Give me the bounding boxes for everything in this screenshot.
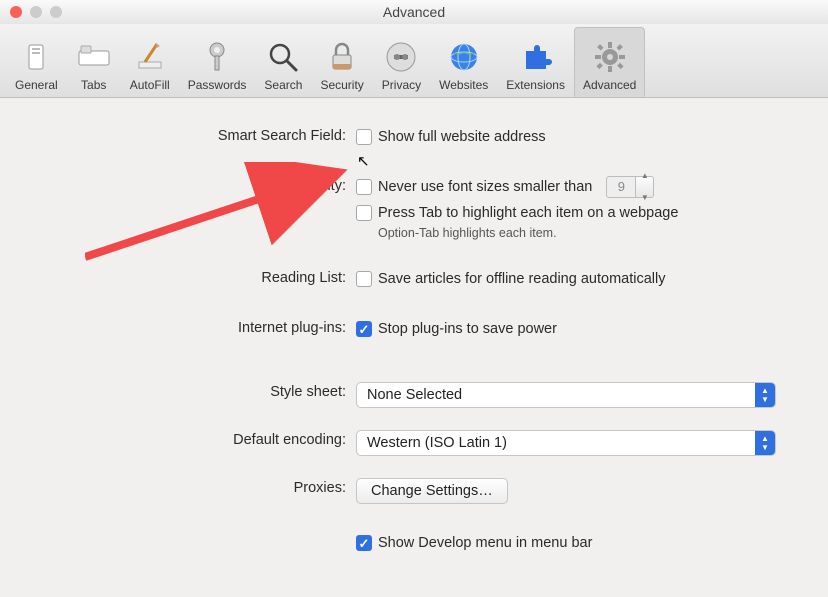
tab-autofill[interactable]: AutoFill	[121, 27, 179, 97]
label-encoding: Default encoding:	[24, 430, 356, 448]
checkbox-stop-plugins[interactable]	[356, 321, 372, 337]
advanced-settings-panel: Smart Search Field: Show full website ad…	[0, 98, 828, 597]
key-icon	[199, 39, 235, 75]
privacy-icon	[383, 39, 419, 75]
checkbox-press-tab[interactable]	[356, 205, 372, 221]
chevron-updown-icon: ▲▼	[755, 383, 775, 407]
minimize-window-icon[interactable]	[30, 6, 42, 18]
lock-icon	[324, 39, 360, 75]
close-window-icon[interactable]	[10, 6, 22, 18]
tab-security[interactable]: Security	[311, 27, 372, 97]
puzzle-icon	[518, 39, 554, 75]
row-develop: Show Develop menu in menu bar	[24, 532, 804, 554]
tab-label: Security	[320, 78, 363, 92]
option-show-full-address: Show full website address	[378, 126, 546, 148]
tab-label: General	[15, 78, 58, 92]
tab-tabs[interactable]: Tabs	[67, 27, 121, 97]
tab-advanced[interactable]: Advanced	[574, 27, 645, 97]
preferences-toolbar: General Tabs AutoFill Passwords Search S…	[0, 24, 828, 98]
tab-label: Privacy	[382, 78, 421, 92]
button-change-settings-label: Change Settings…	[371, 483, 493, 499]
tab-label: Websites	[439, 78, 488, 92]
hint-press-tab: Option-Tab highlights each item.	[378, 226, 678, 240]
tab-passwords[interactable]: Passwords	[179, 27, 256, 97]
row-stylesheet: Style sheet: None Selected ▲▼	[24, 382, 804, 408]
globe-icon	[446, 39, 482, 75]
select-stylesheet[interactable]: None Selected ▲▼	[356, 382, 776, 408]
tab-search[interactable]: Search	[255, 27, 311, 97]
tab-general[interactable]: General	[6, 27, 67, 97]
window-controls	[10, 6, 62, 18]
tab-label: Tabs	[81, 78, 106, 92]
label-plugins: Internet plug-ins:	[24, 318, 356, 336]
row-proxies: Proxies: Change Settings…	[24, 478, 804, 504]
checkbox-show-full-address[interactable]	[356, 129, 372, 145]
tabs-icon	[76, 39, 112, 75]
tab-extensions[interactable]: Extensions	[497, 27, 574, 97]
option-never-font-smaller: Never use font sizes smaller than	[378, 176, 592, 198]
label-proxies: Proxies:	[24, 478, 356, 496]
checkbox-show-develop[interactable]	[356, 535, 372, 551]
option-save-offline: Save articles for offline reading automa…	[378, 268, 665, 290]
row-smart-search: Smart Search Field: Show full website ad…	[24, 126, 804, 148]
row-encoding: Default encoding: Western (ISO Latin 1) …	[24, 430, 804, 456]
window-title: Advanced	[0, 4, 828, 20]
label-reading-list: Reading List:	[24, 268, 356, 286]
label-stylesheet: Style sheet:	[24, 382, 356, 400]
tab-label: AutoFill	[130, 78, 170, 92]
row-accessibility: Accessibility: Never use font sizes smal…	[24, 176, 804, 240]
tab-label: Search	[264, 78, 302, 92]
label-smart-search: Smart Search Field:	[24, 126, 356, 144]
button-change-settings[interactable]: Change Settings…	[356, 478, 508, 504]
zoom-window-icon[interactable]	[50, 6, 62, 18]
font-size-value: 9	[606, 176, 636, 198]
option-stop-plugins: Stop plug-ins to save power	[378, 318, 557, 340]
autofill-icon	[132, 39, 168, 75]
titlebar: Advanced	[0, 0, 828, 24]
row-reading-list: Reading List: Save articles for offline …	[24, 268, 804, 290]
checkbox-never-font-smaller[interactable]	[356, 179, 372, 195]
select-encoding[interactable]: Western (ISO Latin 1) ▲▼	[356, 430, 776, 456]
tab-label: Advanced	[583, 78, 636, 92]
select-encoding-value: Western (ISO Latin 1)	[367, 435, 507, 451]
option-press-tab: Press Tab to highlight each item on a we…	[378, 202, 678, 224]
row-plugins: Internet plug-ins: Stop plug-ins to save…	[24, 318, 804, 340]
font-size-stepper[interactable]: 9 ▲▼	[606, 176, 654, 198]
gear-icon	[592, 39, 628, 75]
tab-label: Passwords	[188, 78, 247, 92]
search-icon	[265, 39, 301, 75]
select-stylesheet-value: None Selected	[367, 387, 462, 403]
chevron-updown-icon: ▲▼	[755, 431, 775, 455]
option-show-develop: Show Develop menu in menu bar	[378, 532, 592, 554]
checkbox-save-offline[interactable]	[356, 271, 372, 287]
general-icon	[18, 39, 54, 75]
stepper-arrows-icon[interactable]: ▲▼	[636, 176, 654, 198]
tab-websites[interactable]: Websites	[430, 27, 497, 97]
label-accessibility: Accessibility:	[24, 176, 356, 194]
tab-label: Extensions	[506, 78, 565, 92]
tab-privacy[interactable]: Privacy	[373, 27, 430, 97]
